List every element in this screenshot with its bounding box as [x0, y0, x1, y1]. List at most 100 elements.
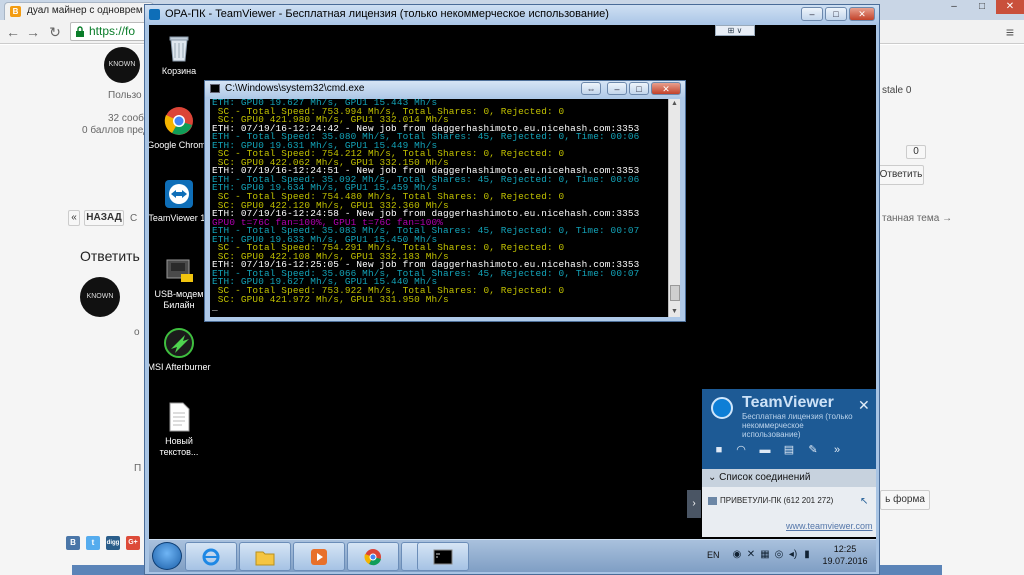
form-button[interactable]: ь форма [880, 490, 930, 510]
taskbar-ie[interactable] [185, 542, 237, 571]
desktop-icon-chrome[interactable]: Google Chrome [149, 105, 211, 151]
tools-icon[interactable]: ✎ [806, 443, 820, 457]
cmd-close-button[interactable]: ✕ [651, 82, 681, 95]
connection-list: ⌄ Список соединений ПРИВЕТУЛИ-ПК (612 20… [702, 469, 876, 537]
chrome-icon [364, 549, 381, 566]
author-avatar: KNOWN [104, 47, 140, 83]
cmd-title: C:\Windows\system32\cmd.exe [225, 83, 365, 94]
volume-icon[interactable]: ◂) [787, 549, 799, 561]
reload-icon[interactable]: ↻ [46, 23, 64, 41]
tv-maximize-button[interactable]: □ [825, 7, 847, 21]
more-icon[interactable]: » [830, 443, 844, 457]
prev-link[interactable]: С [130, 213, 137, 224]
back-button[interactable]: НАЗАД [84, 210, 124, 226]
scroll-thumb[interactable] [670, 285, 680, 301]
cmd-icon [210, 84, 220, 93]
tab-title: дуал майнер с одноврем [27, 5, 143, 16]
cmd-minimize-button[interactable]: – [607, 82, 627, 95]
scroll-up-icon[interactable]: ▲ [669, 99, 680, 109]
taskbar-cmd[interactable] [417, 542, 469, 571]
gplus-share-icon[interactable]: G+ [126, 536, 140, 550]
cursor-icon: ↖ [860, 496, 869, 507]
desktop-icon-text-file[interactable]: Новый текстов... [149, 401, 211, 458]
desktop-icon-teamviewer[interactable]: TeamViewer 11 [149, 178, 211, 224]
desktop-icon-recycle-bin[interactable]: Корзина [149, 31, 211, 77]
clock-date: 19.07.2016 [822, 556, 868, 566]
forward-arrow-icon[interactable]: → [24, 23, 42, 41]
teamviewer-window: ОРА-ПК - TeamViewer - Бесплатная лицензи… [144, 4, 880, 575]
taskbar-media[interactable] [293, 542, 345, 571]
close-button[interactable]: ✕ [996, 0, 1024, 14]
cmd-scrollbar[interactable]: ▲ ▼ [668, 99, 680, 317]
connection-entry[interactable]: ПРИВЕТУЛИ-ПК (612 201 272) [706, 493, 872, 509]
minimize-button[interactable]: – [940, 0, 968, 14]
cmd-titlebar[interactable]: C:\Windows\system32\cmd.exe ⇔ – □ ✕ [205, 81, 685, 97]
console-output[interactable]: ETH: GPU0 19.627 Mh/s, GPU1 15.443 Mh/s … [210, 99, 668, 317]
console-line: SC: GPU0 421.972 Mh/s, GPU1 331.950 Mh/s [212, 293, 449, 305]
teamviewer-site-link[interactable]: www.teamviewer.com [786, 521, 873, 531]
teamviewer-titlebar[interactable]: ОРА-ПК - TeamViewer - Бесплатная лицензи… [145, 5, 879, 25]
recycle-bin-icon [163, 31, 195, 63]
reply-avatar: KNOWN [80, 277, 120, 317]
tv-panel-close-icon[interactable]: ✕ [858, 397, 870, 414]
next-topic-link[interactable]: танная тема → [882, 213, 952, 224]
points-label: 0 баллов пред [82, 125, 149, 136]
connection-list-header[interactable]: ⌄ Список соединений [702, 469, 876, 487]
tv-panel-expand-icon[interactable]: › [687, 490, 701, 518]
desktop-icon-msi-afterburner[interactable]: MSI Afterburner [149, 327, 211, 373]
console-line: _ [212, 302, 218, 314]
reply-button[interactable]: Ответить [878, 165, 924, 185]
clock-time: 12:25 [833, 544, 857, 554]
teamviewer-title: ОРА-ПК - TeamViewer - Бесплатная лицензи… [165, 8, 609, 20]
vk-share-icon[interactable]: В [66, 536, 80, 550]
site-favicon: B [10, 6, 21, 17]
teamviewer-tray-icon[interactable]: ◉ [731, 549, 743, 561]
computer-icon [708, 497, 717, 505]
twitter-share-icon[interactable]: t [86, 536, 100, 550]
headset-icon[interactable]: ◠ [734, 443, 748, 457]
start-button[interactable] [152, 542, 182, 570]
menu-icon[interactable]: ≡ [1002, 23, 1018, 41]
desktop-icon-label: MSI Afterburner [149, 362, 211, 372]
notifications-icon[interactable]: ✕ [745, 549, 757, 561]
language-indicator[interactable]: EN [707, 550, 720, 560]
network-icon[interactable]: ▦ [759, 549, 771, 561]
taskbar-chrome[interactable] [347, 542, 399, 571]
collapse-icon: ⌄ [708, 472, 720, 483]
prev-arrow-button[interactable]: « [68, 210, 80, 226]
editor-corner: o [134, 327, 140, 338]
browser-tab[interactable]: B дуал майнер с одноврем [4, 2, 154, 20]
scroll-down-icon[interactable]: ▼ [669, 307, 680, 317]
teamviewer-panel: TeamViewer Бесплатная лицензия (только н… [702, 389, 876, 537]
signal-icon[interactable]: ▮ [801, 549, 813, 561]
lock-icon [76, 26, 84, 37]
cmd-window: C:\Windows\system32\cmd.exe ⇔ – □ ✕ ETH:… [204, 80, 686, 322]
cmd-icon [433, 549, 453, 565]
video-icon[interactable]: ■ [712, 443, 726, 457]
address-bar[interactable]: https://fo [70, 22, 146, 41]
tv-close-button[interactable]: ✕ [849, 7, 875, 21]
tv-minimize-button[interactable]: – [801, 7, 823, 21]
tv-toolbar-toggle[interactable]: ⊞ ∨ [715, 25, 755, 36]
taskbar-explorer[interactable] [239, 542, 291, 571]
posts-count: 32 сооб [108, 113, 144, 124]
text-file-icon [163, 401, 195, 433]
digg-share-icon[interactable]: digg [106, 536, 120, 550]
desktop-icon-label: Новый текстов... [159, 436, 199, 457]
files-icon[interactable]: ▤ [782, 443, 796, 457]
teamviewer-icon [163, 178, 195, 210]
remote-desktop[interactable]: ⊞ ∨ Корзина Google Chrome TeamViewer 11 … [149, 25, 876, 572]
cmd-restore-icon[interactable]: ⇔ [581, 82, 601, 95]
cmd-maximize-button[interactable]: □ [629, 82, 649, 95]
desktop-icon-label: Корзина [161, 66, 197, 76]
taskbar-clock[interactable]: 12:25 19.07.2016 [817, 543, 873, 567]
tv-license: Бесплатная лицензия (только некоммерческ… [742, 412, 853, 439]
chat-icon[interactable]: ▬ [758, 443, 772, 457]
back-arrow-icon[interactable]: ← [4, 23, 22, 41]
desktop-icon-usb-modem[interactable]: USB-модем Билайн [149, 254, 211, 311]
desktop-icon-label: TeamViewer 11 [149, 213, 210, 223]
taskbar: EN ◉ ✕ ▦ ◎ ◂) ▮ 12:25 19.07.2016 [149, 539, 876, 572]
maximize-button[interactable]: □ [968, 0, 996, 14]
afterburner-tray-icon[interactable]: ◎ [773, 549, 785, 561]
usb-modem-icon [163, 254, 195, 286]
